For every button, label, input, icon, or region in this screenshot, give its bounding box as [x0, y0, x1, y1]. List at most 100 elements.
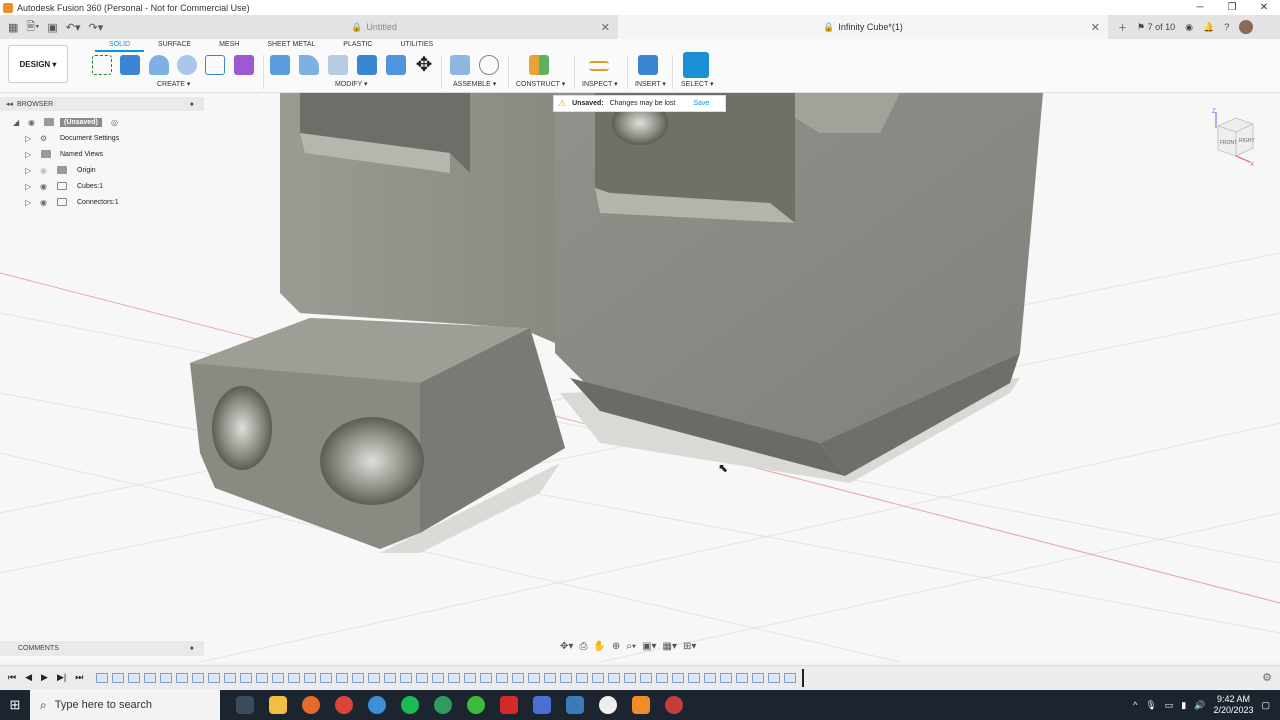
new-component-icon[interactable]: [450, 55, 470, 75]
expand-triangle-icon[interactable]: ▷: [25, 166, 31, 175]
chamfer-icon[interactable]: [328, 55, 348, 75]
collapse-triangle-icon[interactable]: ◢: [13, 118, 19, 127]
orbit-icon[interactable]: ✥▾: [560, 641, 573, 652]
spotify-icon[interactable]: [401, 696, 419, 714]
step-forward-icon[interactable]: ▶|: [57, 672, 66, 683]
pattern-icon[interactable]: [205, 55, 225, 75]
press-pull-icon[interactable]: [270, 55, 290, 75]
revolve-icon[interactable]: [149, 55, 169, 75]
timeline-feature[interactable]: [352, 672, 364, 683]
fillet-icon[interactable]: [299, 55, 319, 75]
timeline-feature[interactable]: [656, 672, 668, 683]
viewports-icon[interactable]: ⊞▾: [683, 641, 696, 652]
timeline-feature[interactable]: [112, 672, 124, 683]
tab-plastic[interactable]: PLASTIC: [329, 40, 386, 52]
group-construct[interactable]: CONSTRUCT ▾: [516, 80, 565, 88]
timeline-feature[interactable]: [416, 672, 428, 683]
file-menu-icon[interactable]: 🗎▾: [26, 18, 39, 37]
clock[interactable]: 9:42 AM 2/20/2023: [1213, 694, 1253, 716]
grid-settings-icon[interactable]: ▦▾: [663, 641, 677, 652]
timeline-feature[interactable]: [752, 672, 764, 683]
version-indicator[interactable]: ⚑ 7 of 10: [1137, 22, 1175, 33]
timeline-feature[interactable]: [176, 672, 188, 683]
front-face-label[interactable]: FRONT: [1220, 140, 1237, 146]
timeline-feature[interactable]: [96, 672, 108, 683]
timeline-feature[interactable]: [368, 672, 380, 683]
workspace-switcher[interactable]: DESIGN ▾: [8, 45, 68, 83]
zoom-window-icon[interactable]: ⌕▾: [626, 641, 636, 652]
battery-icon[interactable]: ▮: [1181, 700, 1186, 711]
network-icon[interactable]: ▭: [1165, 700, 1174, 711]
notifications-icon[interactable]: 🔔: [1203, 22, 1214, 33]
comments-panel[interactable]: COMMENTS ●: [0, 641, 204, 656]
timeline-feature[interactable]: [784, 672, 796, 683]
file-explorer-icon[interactable]: [269, 696, 287, 714]
group-insert[interactable]: INSERT ▾: [635, 80, 666, 88]
avatar[interactable]: [1239, 20, 1254, 34]
shell-icon[interactable]: [357, 55, 377, 75]
minimize-button[interactable]: ─: [1184, 0, 1216, 15]
browser-root[interactable]: ◢ ◉ (Unsaved) ◎: [0, 114, 204, 130]
group-inspect[interactable]: INSPECT ▾: [582, 80, 618, 88]
timeline-feature[interactable]: [160, 672, 172, 683]
timeline-feature[interactable]: [304, 672, 316, 683]
timeline-feature[interactable]: [608, 672, 620, 683]
fusion-taskbar-icon[interactable]: [632, 696, 650, 714]
close-icon[interactable]: ✕: [1091, 21, 1100, 34]
group-modify[interactable]: MODIFY ▾: [335, 80, 368, 88]
browser-header[interactable]: ◂◂ BROWSER ●: [0, 97, 204, 111]
browser-item-connectors[interactable]: ▷ ◉ Connectors:1: [0, 194, 204, 210]
timeline-feature[interactable]: [640, 672, 652, 683]
browser-item-cubes[interactable]: ▷ ◉ Cubes:1: [0, 178, 204, 194]
tray-expand-icon[interactable]: ^: [1133, 700, 1137, 710]
pan-icon[interactable]: ✋: [593, 641, 605, 652]
chrome-icon[interactable]: [335, 696, 353, 714]
group-assemble[interactable]: ASSEMBLE ▾: [453, 80, 496, 88]
insert-image-icon[interactable]: [638, 55, 658, 75]
help-icon[interactable]: ?: [1224, 22, 1229, 32]
go-to-start-icon[interactable]: ⏮: [8, 672, 16, 683]
app-icon[interactable]: [566, 696, 584, 714]
timeline-feature[interactable]: [400, 672, 412, 683]
close-icon[interactable]: ✕: [601, 21, 610, 34]
expand-triangle-icon[interactable]: ▷: [25, 150, 31, 159]
eye-icon[interactable]: ◉: [40, 198, 47, 207]
tab-infinity-cube[interactable]: 🔒 Infinity Cube*(1) ✕: [618, 15, 1108, 39]
extensions-icon[interactable]: ◉: [1185, 22, 1193, 33]
chrome-profile-icon[interactable]: [368, 696, 386, 714]
tab-sheet-metal[interactable]: SHEET METAL: [253, 40, 329, 52]
select-icon[interactable]: [683, 52, 709, 78]
grid-menu-icon[interactable]: ▦: [8, 21, 18, 34]
timeline-feature[interactable]: [480, 672, 492, 683]
save-link[interactable]: Save: [693, 100, 709, 107]
expand-triangle-icon[interactable]: ▷: [25, 198, 31, 207]
move-icon[interactable]: ✥: [414, 55, 434, 75]
step-back-icon[interactable]: ◀: [25, 672, 32, 683]
eye-hidden-icon[interactable]: ◉: [40, 166, 47, 175]
view-cube[interactable]: FRONT RIGHT Z X: [1208, 106, 1258, 166]
timeline-feature[interactable]: [432, 672, 444, 683]
timeline-feature[interactable]: [688, 672, 700, 683]
notification-center-icon[interactable]: ▢: [1261, 700, 1270, 711]
timeline-feature[interactable]: [144, 672, 156, 683]
measure-icon[interactable]: [589, 61, 609, 71]
gear-icon[interactable]: ⚙: [1262, 671, 1272, 684]
taskbar-search[interactable]: ⌕ Type here to search: [30, 690, 220, 720]
timeline-feature[interactable]: [208, 672, 220, 683]
create-sketch-icon[interactable]: [92, 55, 112, 75]
activate-radio-icon[interactable]: ◎: [111, 118, 118, 127]
timeline-feature[interactable]: [624, 672, 636, 683]
timeline-feature[interactable]: [544, 672, 556, 683]
timeline-feature[interactable]: [464, 672, 476, 683]
timeline-feature[interactable]: [576, 672, 588, 683]
eye-icon[interactable]: ◉: [28, 118, 35, 127]
save-icon[interactable]: ▣: [47, 21, 57, 34]
expand-triangle-icon[interactable]: ▷: [25, 134, 31, 143]
timeline-feature[interactable]: [320, 672, 332, 683]
timeline-feature[interactable]: [704, 672, 716, 683]
timeline-feature[interactable]: [128, 672, 140, 683]
display-settings-icon[interactable]: ▣▾: [642, 641, 656, 652]
app-icon[interactable]: [467, 696, 485, 714]
tab-untitled[interactable]: 🔒 Untitled ✕: [130, 15, 618, 39]
tab-solid[interactable]: SOLID: [95, 40, 145, 52]
